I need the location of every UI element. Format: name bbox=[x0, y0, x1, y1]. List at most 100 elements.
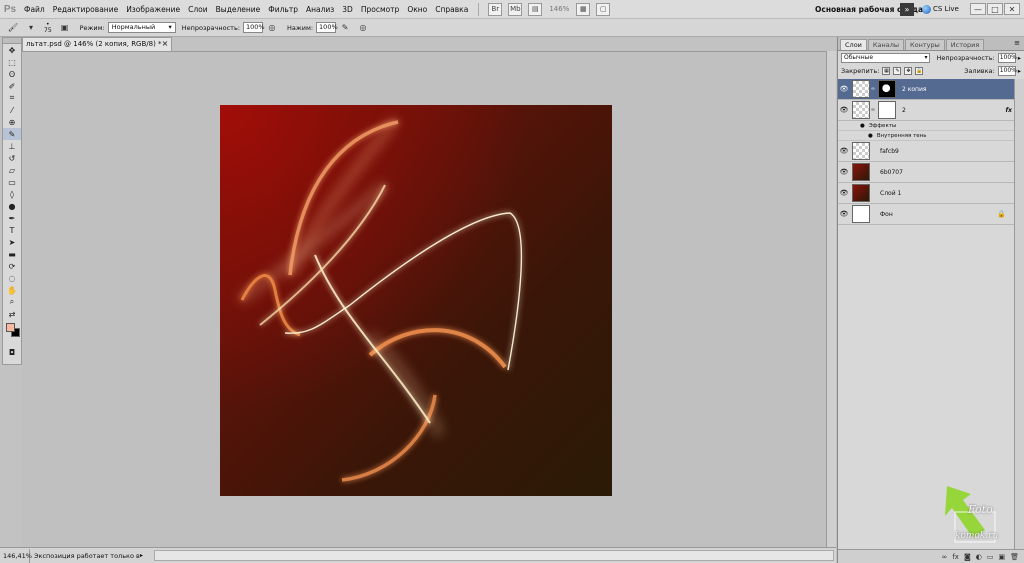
layer-row-fafcb9[interactable]: 👁 fafcb9 bbox=[838, 141, 1014, 162]
delete-layer-icon[interactable]: 🗑 bbox=[1010, 553, 1019, 561]
stamp-tool-icon[interactable]: ⊥ bbox=[3, 140, 21, 152]
close-button[interactable]: ✕ bbox=[1004, 3, 1020, 15]
fx-icon[interactable]: fx bbox=[1006, 107, 1012, 114]
horizontal-scrollbar[interactable] bbox=[154, 550, 834, 561]
maximize-button[interactable]: □ bbox=[987, 3, 1003, 15]
menu-layers[interactable]: Слои bbox=[184, 0, 212, 19]
quick-select-tool-icon[interactable]: ✐ bbox=[3, 80, 21, 92]
pressure-input[interactable]: 100% bbox=[316, 22, 338, 33]
lock-pixels-icon[interactable]: ✎ bbox=[893, 66, 902, 75]
menu-window[interactable]: Окно bbox=[403, 0, 431, 19]
pressure-opacity-icon[interactable]: ◎ bbox=[266, 22, 278, 34]
pressure-size-icon[interactable]: ◎ bbox=[357, 22, 369, 34]
layer-row-background[interactable]: 👁 Фон 🔒 bbox=[838, 204, 1014, 225]
link-icon[interactable]: ∞ bbox=[870, 107, 876, 113]
type-tool-icon[interactable]: T bbox=[3, 224, 21, 236]
pen-tool-icon[interactable]: ✒ bbox=[3, 212, 21, 224]
history-brush-tool-icon[interactable]: ↺ bbox=[3, 152, 21, 164]
layer-opacity-input[interactable]: 100% bbox=[997, 52, 1017, 63]
chevron-right-icon[interactable]: ▸ bbox=[1018, 54, 1021, 62]
mode-select[interactable]: Нормальный ▾ bbox=[107, 22, 176, 33]
foreground-color-swatch[interactable] bbox=[6, 323, 15, 332]
eraser-tool-icon[interactable]: ▱ bbox=[3, 164, 21, 176]
tab-paths[interactable]: Контуры bbox=[905, 39, 945, 50]
layer-row-layer-1[interactable]: 👁 Слой 1 bbox=[838, 183, 1014, 204]
menu-file[interactable]: Файл bbox=[20, 0, 49, 19]
move-tool-icon[interactable]: ✥ bbox=[3, 44, 21, 56]
lock-position-icon[interactable]: ✥ bbox=[904, 66, 913, 75]
quick-mask-icon[interactable]: ◘ bbox=[3, 346, 21, 358]
blur-tool-icon[interactable]: ◊ bbox=[3, 188, 21, 200]
healing-tool-icon[interactable]: ⊕ bbox=[3, 116, 21, 128]
document-close-icon[interactable]: × bbox=[160, 39, 170, 49]
eye-icon[interactable]: 👁 bbox=[838, 189, 850, 197]
layer-mask-thumbnail[interactable] bbox=[878, 80, 896, 98]
layer-row-2[interactable]: 👁 ∞ 2 fx bbox=[838, 100, 1014, 121]
vertical-scrollbar[interactable] bbox=[826, 51, 836, 547]
eye-icon[interactable]: 👁 bbox=[838, 106, 850, 114]
menu-filter[interactable]: Фильтр bbox=[264, 0, 302, 19]
effect-inner-shadow-row[interactable]: ● Внутренняя тень bbox=[838, 131, 1014, 141]
gradient-tool-icon[interactable]: ▭ bbox=[3, 176, 21, 188]
panel-menu-icon[interactable]: ≡ bbox=[1014, 39, 1020, 47]
opacity-input[interactable]: 100% bbox=[243, 22, 265, 33]
chevron-right-icon[interactable]: ▸ bbox=[1018, 67, 1021, 75]
eye-icon[interactable]: 👁 bbox=[838, 147, 850, 155]
zoom-tool-icon[interactable]: ⌕ bbox=[3, 296, 21, 308]
airbrush-icon[interactable]: ✎ bbox=[339, 22, 351, 34]
dropdown-arrow-icon[interactable]: ▾ bbox=[25, 22, 37, 34]
brush-preset-picker[interactable]: • 75 bbox=[44, 21, 52, 34]
workspace-expand-icon[interactable]: » bbox=[900, 3, 914, 16]
minibridge-icon[interactable]: Mb bbox=[508, 2, 523, 16]
tab-layers[interactable]: Слои bbox=[840, 39, 867, 50]
zoom-level[interactable]: 146% bbox=[545, 5, 573, 13]
new-layer-icon[interactable]: ▣ bbox=[998, 553, 1005, 561]
menu-help[interactable]: Справка bbox=[431, 0, 472, 19]
dodge-tool-icon[interactable]: ● bbox=[3, 200, 21, 212]
status-menu-arrow-icon[interactable]: ▸ bbox=[140, 552, 150, 559]
link-layers-icon[interactable]: ∞ bbox=[942, 553, 948, 561]
status-zoom[interactable]: 146,41% bbox=[0, 548, 32, 563]
eye-icon[interactable]: 👁 bbox=[838, 168, 850, 176]
extras-icon[interactable]: ▤ bbox=[528, 2, 543, 16]
artwork-canvas[interactable] bbox=[220, 105, 612, 496]
layer-row-6b0707[interactable]: 👁 6b0707 bbox=[838, 162, 1014, 183]
marquee-tool-icon[interactable]: ⬚ bbox=[3, 56, 21, 68]
layer-row-2-copy[interactable]: 👁 ∞ 2 копия bbox=[838, 79, 1014, 100]
brush-tool-icon[interactable]: ✎ bbox=[3, 128, 21, 140]
tab-history[interactable]: История bbox=[945, 39, 985, 50]
shape-tool-icon[interactable]: ▬ bbox=[3, 248, 21, 260]
bridge-icon[interactable]: Br bbox=[488, 2, 503, 16]
effects-row[interactable]: ● Эффекты bbox=[838, 121, 1014, 131]
hand-tool-icon[interactable]: ✋ bbox=[3, 284, 21, 296]
menu-edit[interactable]: Редактирование bbox=[49, 0, 122, 19]
eye-icon[interactable]: 👁 bbox=[838, 210, 850, 218]
add-style-icon[interactable]: fx bbox=[952, 553, 959, 561]
brush-panel-icon[interactable]: ▣ bbox=[59, 22, 71, 34]
crop-tool-icon[interactable]: ⌗ bbox=[3, 92, 21, 104]
link-icon[interactable]: ∞ bbox=[870, 86, 876, 92]
reset-colors-icon[interactable]: ⇄ bbox=[3, 308, 21, 320]
add-mask-icon[interactable]: ◙ bbox=[964, 553, 971, 561]
tab-channels[interactable]: Каналы bbox=[867, 39, 905, 50]
eye-icon[interactable]: ● bbox=[868, 133, 873, 139]
menu-image[interactable]: Изображение bbox=[122, 0, 184, 19]
3d-orbit-tool-icon[interactable]: ◌ bbox=[3, 272, 21, 284]
lock-transparency-icon[interactable]: ▦ bbox=[882, 66, 891, 75]
menu-analysis[interactable]: Анализ bbox=[302, 0, 338, 19]
lasso-tool-icon[interactable]: ʘ bbox=[3, 68, 21, 80]
brush-tool-icon[interactable]: 🖌 bbox=[7, 22, 19, 34]
3d-rotate-tool-icon[interactable]: ⟳ bbox=[3, 260, 21, 272]
menu-select[interactable]: Выделение bbox=[212, 0, 265, 19]
lock-all-icon[interactable]: 🔒 bbox=[915, 66, 924, 75]
fill-input[interactable]: 100% bbox=[997, 65, 1017, 76]
new-group-icon[interactable]: ▭ bbox=[987, 553, 994, 561]
arrange-documents-icon[interactable]: ▦ bbox=[576, 2, 591, 16]
menu-3d[interactable]: 3D bbox=[338, 0, 357, 19]
menu-view[interactable]: Просмотр bbox=[357, 0, 404, 19]
adjustment-layer-icon[interactable]: ◐ bbox=[976, 553, 982, 561]
screen-mode-icon[interactable]: ▢ bbox=[596, 2, 611, 16]
layer-mask-thumbnail[interactable] bbox=[878, 101, 896, 119]
blend-mode-select[interactable]: Обычные ▾ bbox=[841, 52, 931, 63]
eye-icon[interactable]: 👁 bbox=[838, 85, 850, 93]
